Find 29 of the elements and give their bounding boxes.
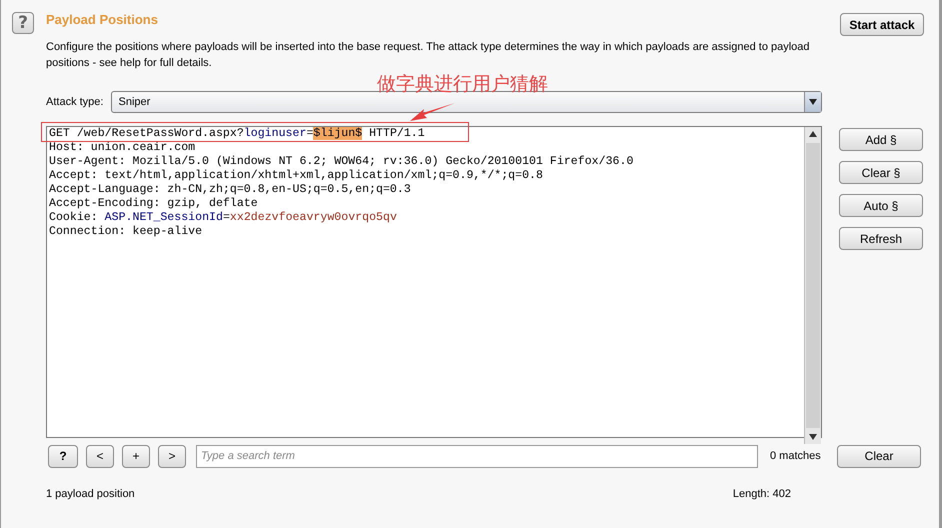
- scrollbar[interactable]: [804, 127, 821, 444]
- dropdown-arrow-icon: [809, 99, 817, 105]
- request-line: GET /web/ResetPassWord.aspx?loginuser=$lijun$ HTTP/1.1: [49, 127, 425, 141]
- help-button[interactable]: ?: [12, 12, 34, 34]
- request-line: User-Agent: Mozilla/5.0 (Windows NT 6.2; WOW64; rv:36.0) Gecko/20100101 Firefox/36.0: [49, 155, 634, 169]
- side-button[interactable]: Add §: [839, 128, 923, 151]
- side-button[interactable]: Auto §: [839, 194, 923, 217]
- payload-count: 1 payload position: [46, 488, 135, 500]
- match-count: 0 matches: [770, 450, 822, 462]
- request-line: Accept-Language: zh-CN,zh;q=0.8,en-US;q=0.5,en;q=0.3: [49, 183, 411, 197]
- clear-button[interactable]: Clear: [837, 444, 921, 468]
- request-line: Connection: keep-alive: [49, 225, 202, 239]
- search-field[interactable]: Type a search term: [196, 444, 758, 468]
- help-button[interactable]: ?: [48, 444, 78, 468]
- request-line: Accept: text/html,application/xhtml+xml,application/xml;q=0.9,*/*;q=0.8: [49, 169, 543, 183]
- annotation-arrow: [409, 101, 457, 123]
- section-description: Configure the positions where payloads will be inserted into the base request. The attack type determines the way in which payloads are assigned to payload positions - see help for full details.: [46, 40, 811, 71]
- section-title: Payload Positions: [46, 12, 159, 28]
- request-line: Cookie: ASP.NET_SessionId=xx2dezvfoeavryw0ovrqo5qv: [49, 211, 397, 225]
- nav-button[interactable]: +: [122, 444, 150, 468]
- nav-button[interactable]: <: [86, 444, 114, 468]
- request-line: Host: union.ceair.com: [49, 141, 196, 155]
- request-length: Length: 402: [732, 488, 791, 500]
- side-button[interactable]: Refresh: [839, 227, 923, 250]
- nav-button[interactable]: >: [158, 444, 186, 468]
- attack-type-label: Attack type:: [46, 96, 104, 108]
- start-attack-button[interactable]: Start attack: [840, 13, 924, 36]
- side-button[interactable]: Clear §: [839, 161, 923, 184]
- request-line: Accept-Encoding: gzip, deflate: [49, 197, 258, 211]
